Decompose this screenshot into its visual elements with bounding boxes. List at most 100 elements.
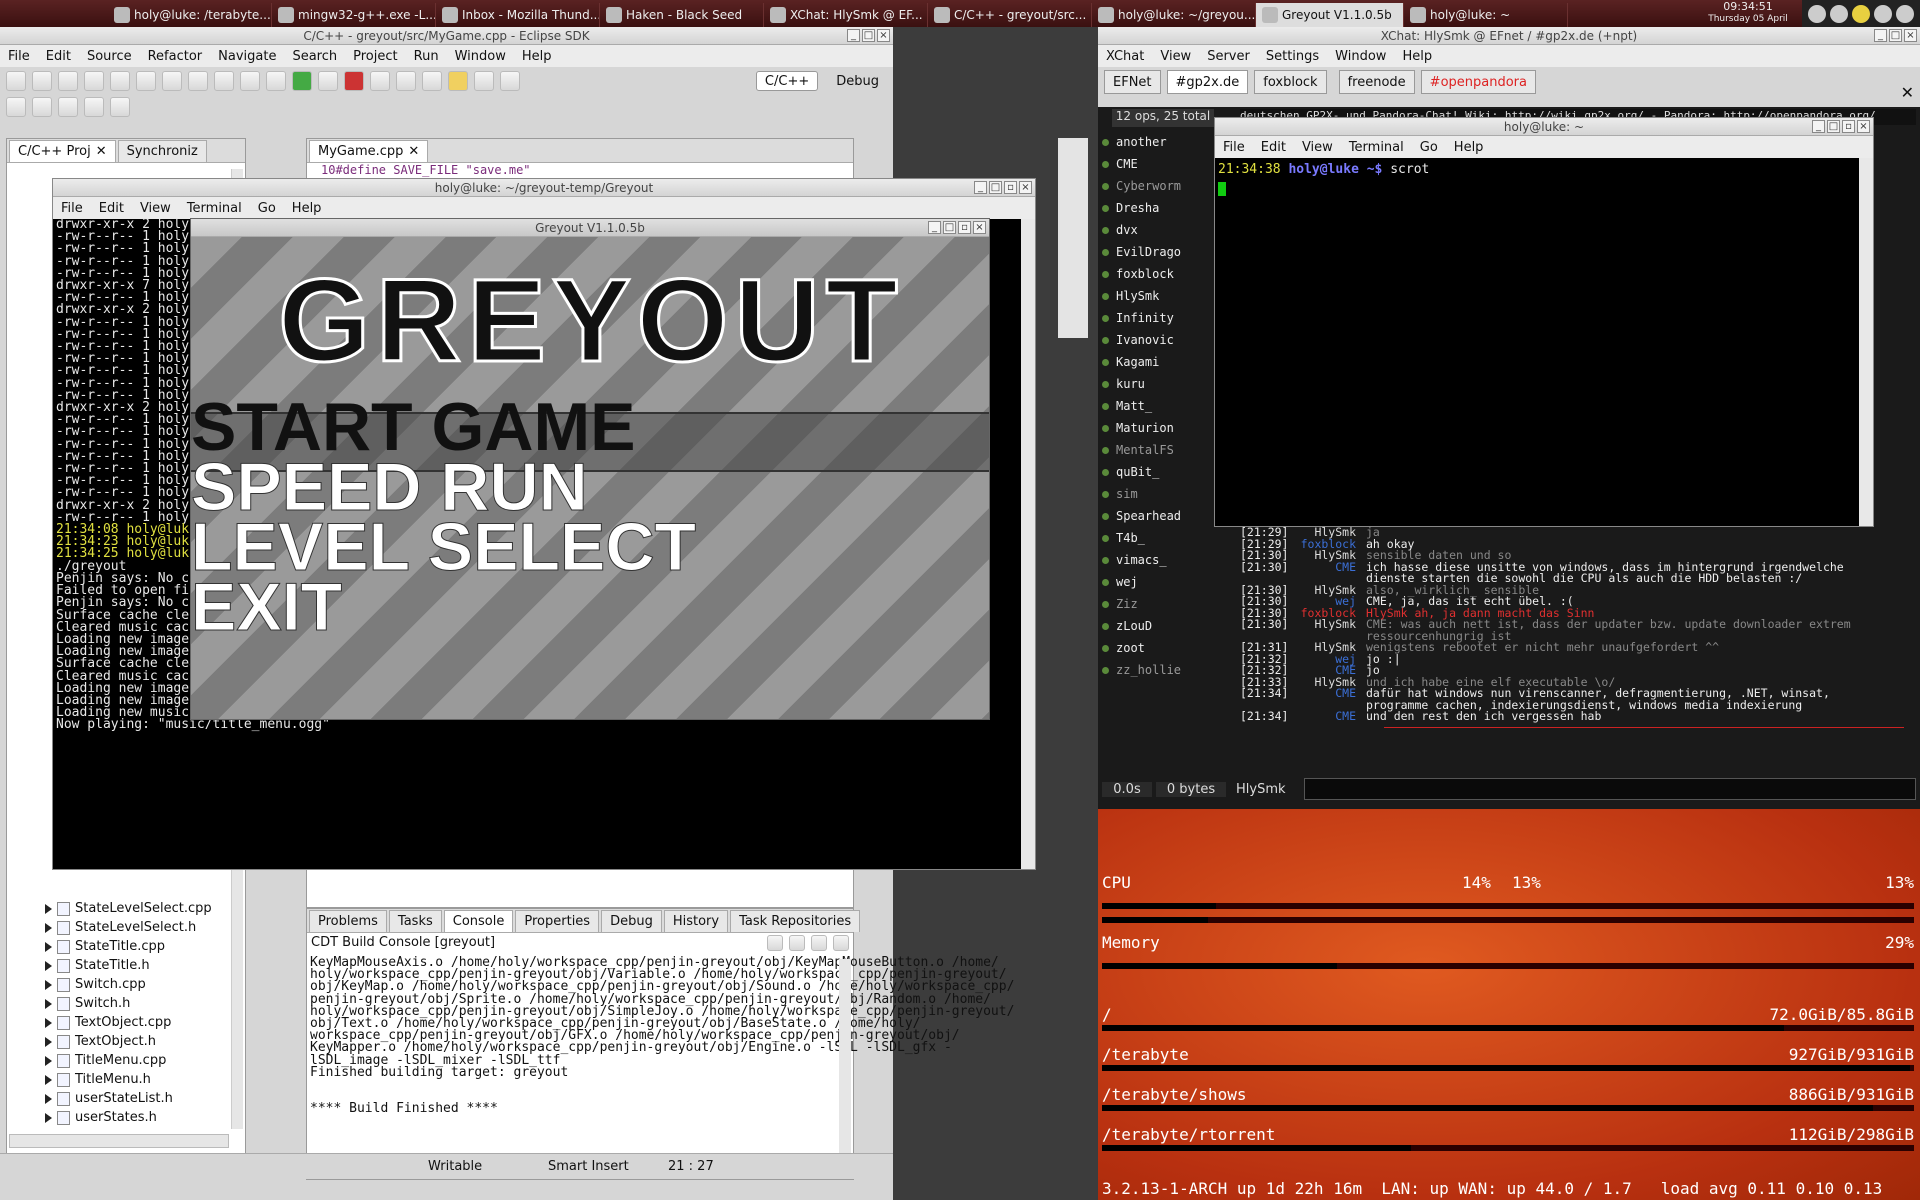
clock[interactable]: 09:34:51 Thursday 05 April — [1708, 0, 1788, 25]
menu-item-window[interactable]: Window — [447, 49, 514, 64]
menu-item-edit[interactable]: Edit — [1253, 140, 1294, 155]
next-annotation-icon[interactable] — [6, 97, 26, 117]
expand-icon[interactable] — [45, 903, 52, 914]
build-icon[interactable] — [110, 71, 130, 91]
tab-problems[interactable]: Problems — [309, 910, 387, 932]
nick-item[interactable]: dvx — [1102, 219, 1226, 241]
minimize-icon[interactable]: _ — [974, 181, 987, 194]
close-tab-icon[interactable]: ✕ — [1901, 83, 1914, 102]
task-button[interactable]: XChat: HlySmk @ EF... — [764, 2, 928, 27]
menu-item-view[interactable]: View — [1294, 140, 1341, 155]
close-icon[interactable]: × — [877, 29, 890, 42]
minimize-icon[interactable]: _ — [1874, 29, 1887, 42]
menu-item-go[interactable]: Go — [250, 201, 284, 216]
maximize-icon[interactable]: □ — [1889, 29, 1902, 42]
save-icon[interactable] — [32, 71, 52, 91]
nick-item[interactable]: zoot — [1102, 637, 1226, 659]
open-console-icon[interactable] — [833, 935, 849, 951]
external-tools-icon[interactable] — [344, 71, 364, 91]
terminal-scrollbar[interactable] — [1859, 158, 1873, 526]
tab-properties[interactable]: Properties — [515, 910, 600, 932]
console-scrollbar[interactable] — [839, 959, 851, 1174]
expand-icon[interactable] — [45, 998, 52, 1009]
perspective-cpp[interactable]: C/C++ — [755, 71, 819, 91]
nick-item[interactable]: Cyberworm — [1102, 175, 1226, 197]
prev-annotation-icon[interactable] — [32, 97, 52, 117]
refresh-icon[interactable] — [214, 71, 234, 91]
nick-item[interactable]: Spearhead — [1102, 505, 1226, 527]
minimize-icon[interactable]: _ — [928, 221, 941, 234]
save-all-icon[interactable] — [58, 71, 78, 91]
nick-item[interactable]: Dresha — [1102, 197, 1226, 219]
run-icon[interactable] — [292, 71, 312, 91]
tree-item[interactable]: TextObject.h — [7, 1032, 237, 1051]
expand-icon[interactable] — [45, 922, 52, 933]
task-button[interactable]: holy@luke: /terabyte... — [108, 2, 272, 27]
menu-item-file[interactable]: File — [53, 201, 91, 216]
nick-item[interactable]: MentalFS — [1102, 439, 1226, 461]
expand-icon[interactable] — [45, 941, 52, 952]
input-nick-button[interactable]: HlySmk — [1230, 782, 1300, 797]
nick-item[interactable]: vimacs_ — [1102, 549, 1226, 571]
tree-item[interactable]: StateTitle.cpp — [7, 937, 237, 956]
volume-tray-icon[interactable] — [1896, 4, 1914, 23]
game-canvas[interactable]: GREYOUT START GAME SPEED RUN LEVEL SELECT E… — [191, 237, 989, 719]
menu-item-project[interactable]: Project — [345, 49, 405, 64]
block-select-icon[interactable] — [474, 71, 494, 91]
task-button[interactable]: mingw32-g++.exe -L... — [272, 2, 436, 27]
minimize-icon[interactable]: _ — [847, 29, 860, 42]
terminal-output[interactable]: 21:34:38 holy@luke ~$ scrot — [1215, 158, 1873, 182]
tree-item[interactable]: Switch.cpp — [7, 975, 237, 994]
tab-cpp-projects[interactable]: C/C++ Proj ✕ — [9, 140, 116, 162]
game-menu-item[interactable]: EXIT — [191, 573, 989, 642]
task-button[interactable]: holy@luke: ~/greyou... — [1092, 2, 1256, 27]
menu-item-edit[interactable]: Edit — [91, 201, 132, 216]
close-icon[interactable]: × — [1904, 29, 1917, 42]
tree-item[interactable]: Switch.h — [7, 994, 237, 1013]
menu-item-help[interactable]: Help — [514, 49, 560, 64]
new-folder-icon[interactable] — [162, 71, 182, 91]
chat-log[interactable]: [21:29] HlySmk ja [21:29] foxblock ah okay [21… — [1240, 526, 1910, 723]
game-menu-item[interactable]: LEVEL SELECT — [191, 513, 989, 582]
nick-item[interactable]: quBit_ — [1102, 461, 1226, 483]
nick-item[interactable]: sim — [1102, 483, 1226, 505]
nick-item[interactable]: foxblock — [1102, 263, 1226, 285]
close-icon[interactable]: × — [1857, 120, 1870, 133]
tree-item[interactable]: StateLevelSelect.cpp — [7, 899, 237, 918]
expand-icon[interactable] — [45, 960, 52, 971]
nick-item[interactable]: kuru — [1102, 373, 1226, 395]
highlight-icon[interactable] — [448, 71, 468, 91]
nick-item[interactable]: another — [1102, 131, 1226, 153]
tree-item[interactable]: StateLevelSelect.h — [7, 918, 237, 937]
menu-item-refactor[interactable]: Refactor — [140, 49, 211, 64]
nick-item[interactable]: wej — [1102, 571, 1226, 593]
maximize-icon[interactable]: □ — [989, 181, 1002, 194]
back-icon[interactable] — [84, 97, 104, 117]
clear-console-icon[interactable] — [767, 935, 783, 951]
menu-item-go[interactable]: Go — [1412, 140, 1446, 155]
tab-debug[interactable]: Debug — [601, 910, 662, 932]
expand-icon[interactable] — [45, 1093, 52, 1104]
nick-item[interactable]: EvilDrago — [1102, 241, 1226, 263]
nick-item[interactable]: Infinity — [1102, 307, 1226, 329]
menu-item-server[interactable]: Server — [1199, 49, 1258, 64]
new-project-icon[interactable] — [136, 71, 156, 91]
nick-item[interactable]: Kagami — [1102, 351, 1226, 373]
menu-item-view[interactable]: View — [132, 201, 179, 216]
editor-code-line[interactable]: 10#define SAVE_FILE "save.me" — [307, 163, 853, 177]
nick-item[interactable]: zLouD — [1102, 615, 1226, 637]
nick-item[interactable]: Matt_ — [1102, 395, 1226, 417]
task-button[interactable]: C/C++ - greyout/src... — [928, 2, 1092, 27]
network-tray-icon[interactable] — [1830, 4, 1848, 23]
close-icon[interactable]: ✕ — [408, 144, 419, 159]
close-icon[interactable]: × — [1019, 181, 1032, 194]
run-config-icon[interactable] — [318, 71, 338, 91]
horizontal-scrollbar[interactable] — [9, 1134, 229, 1148]
tree-item[interactable]: StateTitle.h — [7, 956, 237, 975]
new-icon[interactable] — [6, 71, 26, 91]
chat-input[interactable] — [1304, 778, 1916, 800]
menu-item-settings[interactable]: Settings — [1258, 49, 1327, 64]
star-tray-icon[interactable] — [1852, 4, 1870, 23]
menu-item-help[interactable]: Help — [284, 201, 330, 216]
tree-item[interactable]: TitleMenu.cpp — [7, 1051, 237, 1070]
